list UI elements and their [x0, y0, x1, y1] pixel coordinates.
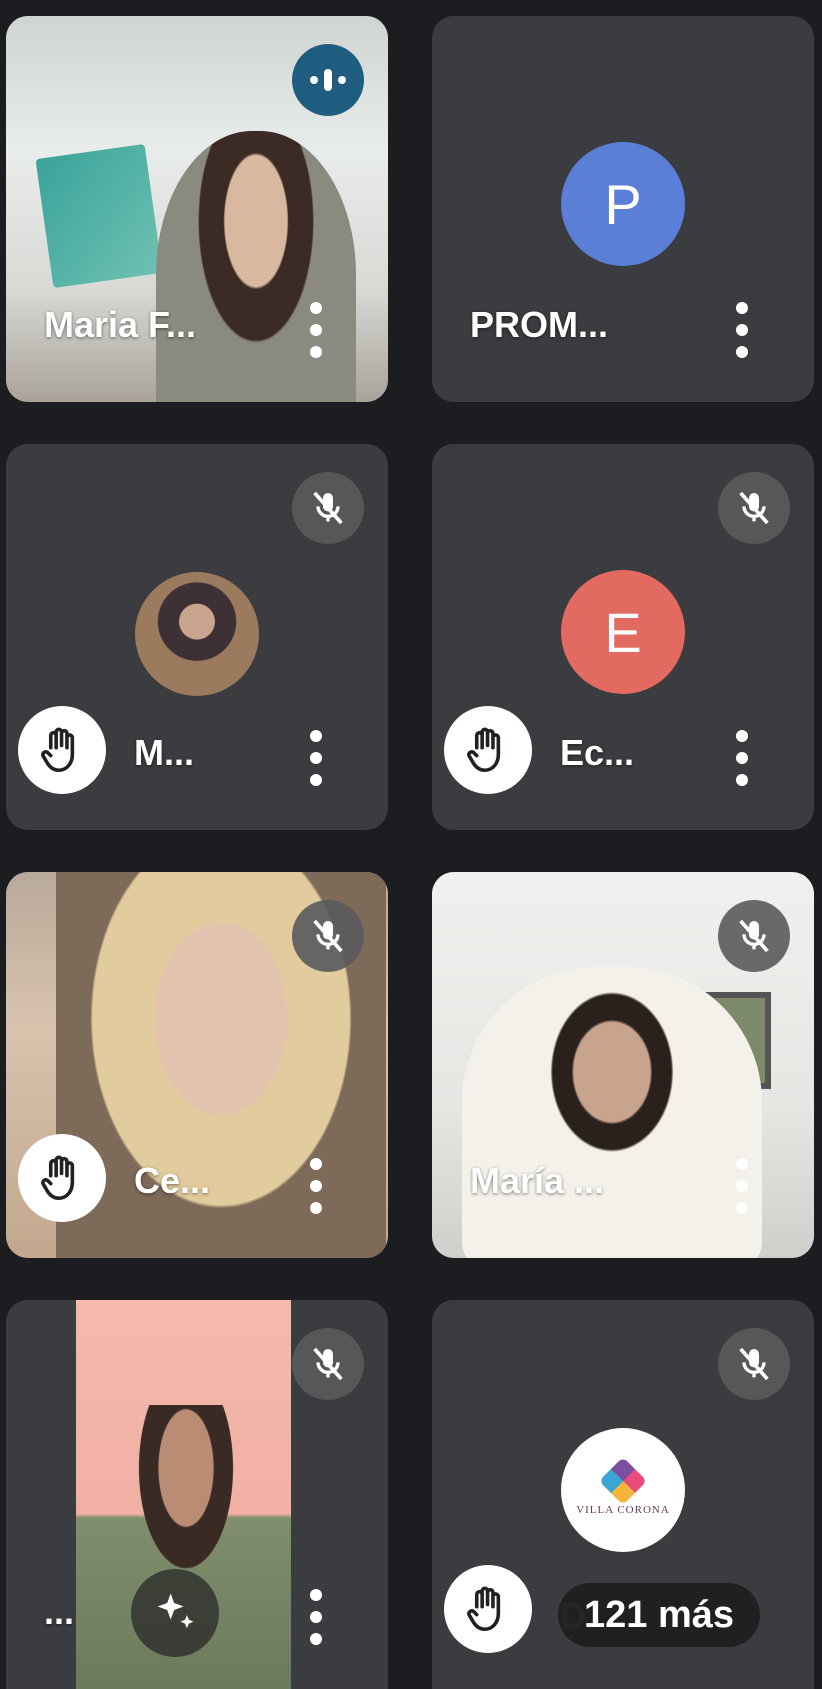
avatar: P: [561, 142, 685, 266]
participant-tile[interactable]: VILLA CORONA D 121 más: [432, 1300, 814, 1689]
speaking-indicator-icon: [292, 44, 364, 116]
raised-hand-icon: [444, 1565, 532, 1653]
avatar: VILLA CORONA: [561, 1428, 685, 1552]
participant-figure: [462, 967, 762, 1258]
participant-name: M...: [134, 732, 194, 773]
participant-tile[interactable]: E Ec...: [432, 444, 814, 830]
sparkle-icon[interactable]: [131, 1569, 219, 1657]
mic-off-icon: [718, 1328, 790, 1400]
more-options-icon[interactable]: [736, 1158, 748, 1214]
participant-name: Maria F...: [44, 304, 197, 345]
avatar: E: [561, 570, 685, 694]
more-participants-button[interactable]: 121 más: [558, 1583, 761, 1647]
raised-hand-icon: [18, 1134, 106, 1222]
participant-tile[interactable]: Maria F...: [6, 16, 388, 402]
logo-text: VILLA CORONA: [576, 1504, 670, 1516]
wall-poster: [35, 143, 163, 289]
participant-name: María ...: [470, 1160, 605, 1201]
participant-name: Ec...: [560, 732, 635, 773]
mic-off-icon: [292, 1328, 364, 1400]
participant-tile[interactable]: ...: [6, 1300, 388, 1689]
more-options-icon[interactable]: [310, 730, 322, 786]
participant-tile[interactable]: P PROM...: [432, 16, 814, 402]
participant-figure: [131, 1405, 241, 1585]
raised-hand-icon: [444, 706, 532, 794]
participant-figure: [156, 131, 356, 402]
mic-off-icon: [718, 900, 790, 972]
more-options-icon[interactable]: [310, 302, 322, 358]
avatar: [135, 572, 259, 696]
participant-name: Ce...: [134, 1160, 211, 1201]
mic-off-icon: [292, 472, 364, 544]
participant-tile[interactable]: María ...: [432, 872, 814, 1258]
more-options-icon[interactable]: [736, 302, 748, 358]
participant-name: PROM...: [470, 304, 609, 345]
participant-name: ...: [44, 1591, 75, 1632]
raised-hand-icon: [18, 706, 106, 794]
mic-off-icon: [292, 900, 364, 972]
more-options-icon[interactable]: [736, 730, 748, 786]
more-options-icon[interactable]: [310, 1589, 322, 1645]
mic-off-icon: [718, 472, 790, 544]
villa-corona-logo-icon: [598, 1456, 648, 1506]
participant-tile[interactable]: Ce...: [6, 872, 388, 1258]
participant-tile[interactable]: M...: [6, 444, 388, 830]
more-options-icon[interactable]: [310, 1158, 322, 1214]
